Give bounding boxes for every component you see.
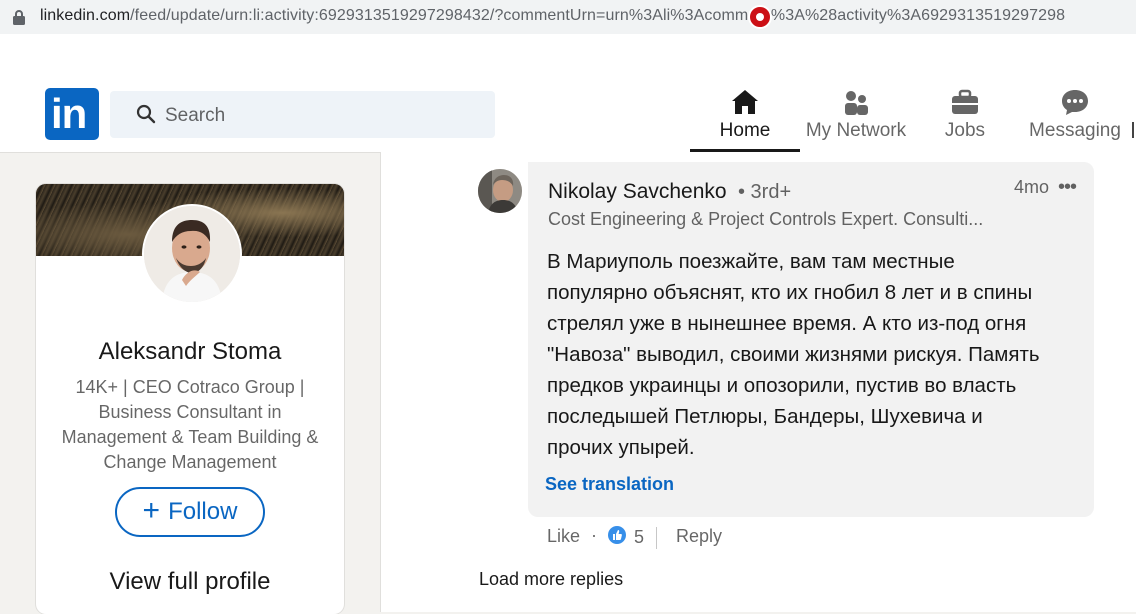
profile-headline: 14K+ | CEO Cotraco Group | Business Cons… xyxy=(61,377,319,472)
url-path: /feed/update/urn:li:activity:69293135192… xyxy=(130,7,1066,24)
comment-line: В Мариуполь поезжайте, вам там местные xyxy=(547,250,955,273)
nav-item-jobs[interactable]: Jobs xyxy=(912,78,1018,152)
profile-photo xyxy=(144,206,240,302)
see-translation-button[interactable]: See translation xyxy=(545,474,674,495)
people-icon xyxy=(845,91,868,115)
nav-label-my-network: My Network xyxy=(805,120,907,141)
nav-label-messaging: Messaging xyxy=(1029,120,1121,141)
connection-degree: • 3rd+ xyxy=(738,181,792,203)
nav-label-jobs: Jobs xyxy=(944,120,986,141)
more-options-icon[interactable]: ••• xyxy=(1058,176,1077,199)
follow-label: Follow xyxy=(168,498,238,525)
action-divider xyxy=(656,527,657,549)
search-placeholder: Search xyxy=(165,105,226,126)
linkedin-logo[interactable]: in xyxy=(45,88,99,140)
like-button[interactable]: Like xyxy=(547,526,580,547)
like-reaction-icon[interactable] xyxy=(607,525,627,545)
home-icon xyxy=(732,90,758,114)
profile-avatar[interactable] xyxy=(142,204,242,304)
view-full-profile-link[interactable]: View full profile xyxy=(36,568,344,596)
chat-icon xyxy=(1062,90,1088,115)
nav-overflow-edge xyxy=(1132,122,1134,138)
load-more-replies-button[interactable]: Load more replies xyxy=(479,569,623,590)
search-input[interactable]: Search xyxy=(110,91,495,138)
follow-button[interactable]: + Follow xyxy=(115,487,265,537)
commenter-name[interactable]: Nikolay Savchenko xyxy=(548,180,727,204)
bookmarks-bar xyxy=(0,34,1136,79)
nav-item-my-network[interactable]: My Network xyxy=(800,78,912,152)
comment-line: популярно объяснят, кто их гнобил 8 лет … xyxy=(547,281,1033,304)
comment-line: "Навоза" выводил, своими жизнями рискуя.… xyxy=(547,343,1040,366)
lock-icon xyxy=(13,10,25,25)
commenter-avatar[interactable] xyxy=(478,169,522,213)
author-profile-card: Aleksandr Stoma 14K+ | CEO Cotraco Group… xyxy=(36,184,344,614)
notification-badge xyxy=(748,5,772,29)
url-text[interactable]: linkedin.com/feed/update/urn:li:activity… xyxy=(40,7,1065,25)
browser-address-bar[interactable]: linkedin.com/feed/update/urn:li:activity… xyxy=(0,0,1136,34)
commenter-photo xyxy=(478,169,522,213)
comment-text: В Мариуполь поезжайте, вам там местные п… xyxy=(547,246,1087,463)
reply-button[interactable]: Reply xyxy=(676,526,722,547)
plus-icon: + xyxy=(142,493,161,527)
nav-item-messaging[interactable]: Messaging xyxy=(1018,78,1132,152)
search-icon xyxy=(136,104,156,124)
comment-line: последышей Петлюры, Бандеры, Шухевича и xyxy=(547,405,983,428)
url-host: linkedin.com xyxy=(40,7,131,24)
briefcase-icon xyxy=(952,89,978,114)
nav-label-home: Home xyxy=(719,120,771,141)
profile-name[interactable]: Aleksandr Stoma xyxy=(36,338,344,366)
comment-line: стрелял уже в нынешнее время. А кто из-п… xyxy=(547,312,1027,335)
comment-line: прочих упырей. xyxy=(547,436,695,459)
comment-timestamp: 4mo xyxy=(1014,177,1050,197)
commenter-headline: Cost Engineering & Project Controls Expe… xyxy=(548,209,984,229)
global-nav: in Search Home My Network Jobs Messaging xyxy=(0,78,1136,153)
nav-item-home[interactable]: Home xyxy=(690,78,800,152)
reaction-count[interactable]: 5 xyxy=(634,527,644,548)
comment-line: предков украинцы и опозорили, пустив во … xyxy=(547,374,1017,397)
separator-dot: · xyxy=(591,525,597,545)
